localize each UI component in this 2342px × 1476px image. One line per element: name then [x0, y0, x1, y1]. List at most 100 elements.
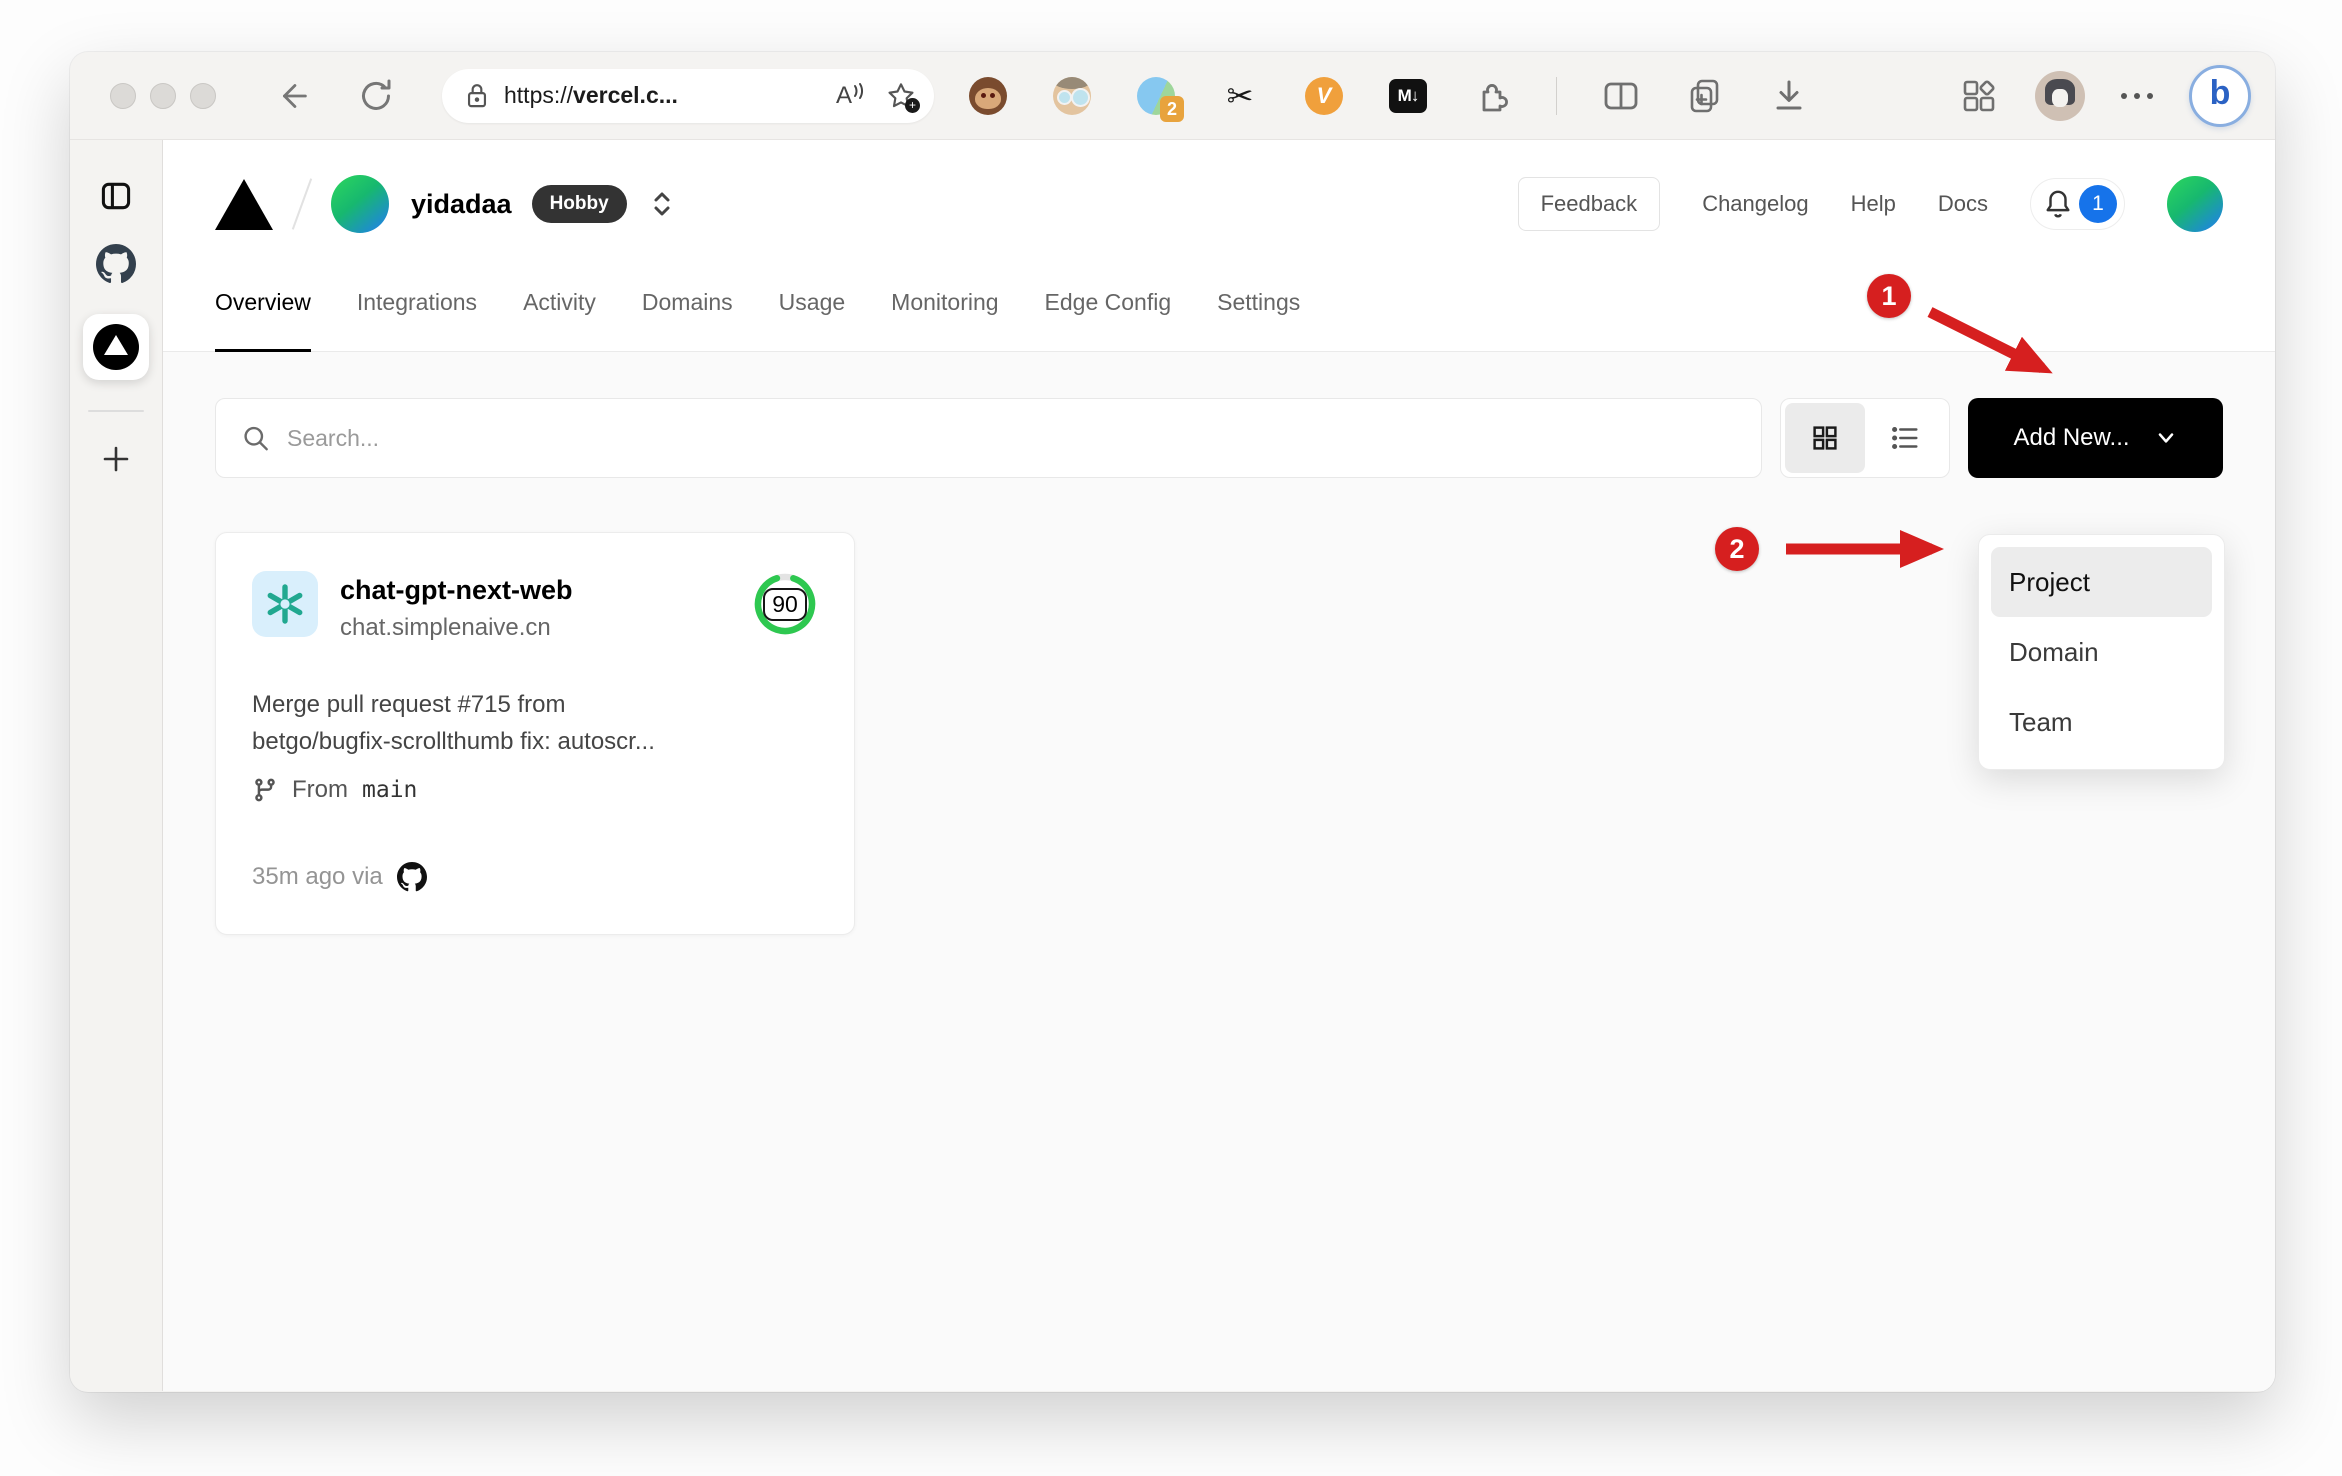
add-favorite-button[interactable]: + — [886, 81, 920, 113]
annotation-step-2-badge: 2 — [1715, 527, 1759, 571]
puzzle-icon — [1482, 83, 1508, 111]
breadcrumb-slash — [291, 178, 313, 230]
extensions-menu-button[interactable] — [1472, 76, 1512, 116]
extension-badge: 2 — [1160, 95, 1184, 122]
close-window-button[interactable] — [110, 82, 136, 109]
split-screen-button[interactable] — [1601, 76, 1641, 116]
settings-menu-button[interactable] — [2121, 92, 2153, 99]
vercel-page: yidadaa Hobby Feedback Changelog Help Do… — [163, 140, 2275, 1391]
vercel-logo[interactable] — [215, 178, 273, 230]
new-tab-plus-icon[interactable] — [99, 442, 133, 476]
github-icon — [396, 862, 427, 892]
sound-waves-icon — [854, 82, 863, 99]
menu-item-team[interactable]: Team — [1991, 687, 2212, 757]
browser-sidebar — [70, 140, 163, 1391]
deployment-meta: 35m ago via — [252, 862, 818, 892]
team-switcher-chevrons-icon[interactable] — [647, 187, 677, 221]
openai-logo-icon — [267, 584, 303, 624]
reload-button[interactable] — [356, 76, 396, 116]
list-view-icon — [1892, 426, 1918, 450]
clipper-extension-icon[interactable]: ✂ — [1220, 76, 1260, 116]
zoom-window-button[interactable] — [190, 82, 216, 109]
tab-integrations[interactable]: Integrations — [357, 254, 477, 351]
feedback-button[interactable]: Feedback — [1517, 177, 1661, 231]
project-logo — [252, 571, 318, 637]
team-name[interactable]: yidadaa — [411, 189, 512, 220]
project-domain[interactable]: chat.simplenaive.cn — [340, 614, 573, 642]
collections-icon — [1690, 79, 1719, 112]
help-link[interactable]: Help — [1851, 191, 1896, 217]
grid-view-button[interactable] — [1785, 403, 1865, 473]
project-card[interactable]: chat-gpt-next-web chat.simplenaive.cn 90 — [215, 532, 855, 936]
tab-edge-config[interactable]: Edge Config — [1045, 254, 1172, 351]
address-bar[interactable]: https://vercel.c... A + — [442, 68, 934, 123]
proxy-extension-icon[interactable]: 2 — [1136, 76, 1184, 122]
bell-icon — [2046, 190, 2070, 218]
menu-item-domain[interactable]: Domain — [1991, 617, 2212, 687]
view-toggle-group — [1780, 398, 1950, 478]
search-box[interactable] — [215, 398, 1762, 478]
add-new-button[interactable]: Add New... — [1968, 398, 2223, 478]
list-view-button[interactable] — [1865, 403, 1945, 473]
add-new-dropdown: Project Domain Team — [1978, 534, 2225, 770]
plan-badge: Hobby — [531, 185, 627, 223]
sidebar-divider — [88, 410, 144, 412]
back-arrow-icon — [283, 83, 307, 108]
lock-icon — [467, 83, 487, 107]
deployed-time: 35m ago via — [252, 863, 383, 891]
project-name[interactable]: chat-gpt-next-web — [340, 571, 573, 606]
docs-link[interactable]: Docs — [1938, 191, 1988, 217]
tab-settings[interactable]: Settings — [1217, 254, 1300, 351]
vercel-header: yidadaa Hobby Feedback Changelog Help Do… — [163, 140, 2275, 254]
avatar-extension-icon[interactable] — [1052, 76, 1092, 116]
menu-item-project[interactable]: Project — [1991, 547, 2212, 617]
bing-chat-button[interactable]: b — [2189, 64, 2251, 127]
search-icon — [244, 426, 268, 451]
read-aloud-button[interactable]: A — [836, 82, 866, 110]
reload-icon — [362, 79, 391, 110]
url-text: https://vercel.c... — [504, 82, 678, 108]
sidebar-panel-icon[interactable] — [98, 178, 134, 214]
search-input[interactable] — [287, 424, 1737, 452]
tampermonkey-extension-icon[interactable] — [968, 76, 1008, 116]
annotation-step-1-badge: 1 — [1867, 274, 1911, 318]
changelog-link[interactable]: Changelog — [1702, 191, 1808, 217]
latest-commit-message[interactable]: Merge pull request #715 from betgo/bugfi… — [252, 686, 818, 760]
projects-content: Add New... — [163, 352, 2275, 1391]
branch-prefix: From — [292, 776, 348, 804]
extension-icons: 2 ✂ V M↓ — [968, 76, 1809, 122]
window-controls[interactable] — [110, 82, 216, 109]
downloads-button[interactable] — [1769, 76, 1809, 116]
git-branch-icon — [255, 779, 275, 802]
tab-monitoring[interactable]: Monitoring — [891, 254, 998, 351]
browser-profile-avatar[interactable] — [2035, 70, 2085, 121]
browser-window: https://vercel.c... A + 2 ✂ V M↓ b yidad… — [70, 52, 2275, 1392]
user-avatar[interactable] — [2167, 176, 2223, 232]
tab-usage[interactable]: Usage — [779, 254, 845, 351]
browser-toolbar: https://vercel.c... A + 2 ✂ V M↓ b — [70, 52, 2275, 140]
notifications-button[interactable]: 1 — [2030, 178, 2125, 230]
github-sidebar-icon[interactable] — [96, 244, 136, 284]
markdown-extension-icon[interactable]: M↓ — [1388, 76, 1428, 116]
chevron-down-icon — [2158, 433, 2173, 443]
workspaces-button[interactable] — [1959, 76, 1999, 116]
score-value: 90 — [763, 587, 807, 621]
notification-count-badge: 1 — [2079, 185, 2117, 223]
split-screen-icon — [1604, 82, 1638, 109]
minimize-window-button[interactable] — [150, 82, 176, 109]
plus-icon: + — [905, 97, 920, 113]
branch-row: From main — [252, 776, 818, 804]
sidebar-tab-vercel-active[interactable] — [83, 314, 149, 380]
branch-name[interactable]: main — [362, 777, 417, 803]
collections-button[interactable] — [1685, 76, 1725, 116]
v-extension-icon[interactable]: V — [1304, 76, 1344, 116]
toolbar-right: b — [1959, 64, 2251, 127]
tab-overview[interactable]: Overview — [215, 254, 311, 352]
tab-domains[interactable]: Domains — [642, 254, 733, 351]
toolbar-divider — [1556, 76, 1557, 115]
back-button[interactable] — [274, 77, 312, 115]
tab-activity[interactable]: Activity — [523, 254, 596, 351]
analytics-score[interactable]: 90 — [752, 571, 818, 637]
team-avatar[interactable] — [331, 175, 389, 233]
apps-grid-icon — [1963, 79, 1995, 111]
